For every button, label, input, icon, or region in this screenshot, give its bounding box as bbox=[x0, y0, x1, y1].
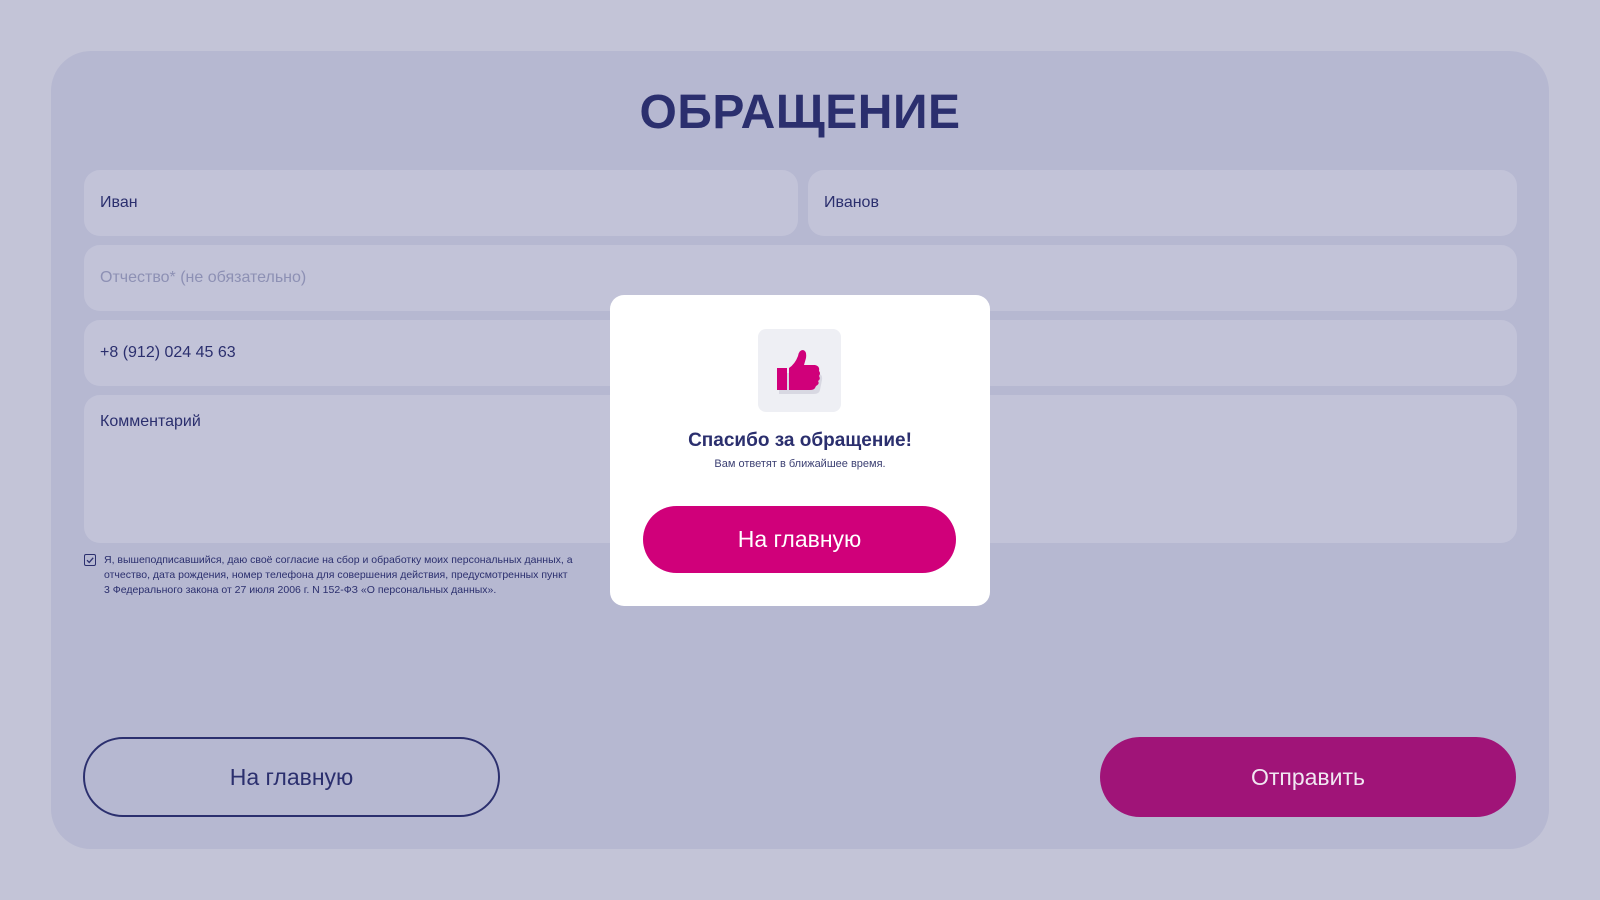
home-button-label: На главную bbox=[229, 763, 354, 790]
consent-text: Я, вышеподписавшийся, даю своё согласие … bbox=[104, 554, 573, 596]
thumbs-up-icon-tile bbox=[758, 329, 841, 412]
modal-title: Спасибо за обращение! bbox=[688, 430, 912, 451]
page-title: ОБРАЩЕНИЕ bbox=[639, 86, 961, 139]
phone-value: +8 (912) 024 45 63 bbox=[100, 344, 236, 361]
checkmark-icon bbox=[86, 557, 94, 564]
last-name-field[interactable]: Иванов bbox=[808, 170, 1517, 236]
first-name-field[interactable]: Иван bbox=[84, 170, 798, 236]
last-name-value: Иванов bbox=[824, 194, 879, 211]
submit-button[interactable]: Отправить bbox=[1100, 737, 1516, 817]
first-name-value: Иван bbox=[100, 194, 138, 211]
success-modal: Спасибо за обращение! Вам ответят в ближ… bbox=[610, 295, 990, 606]
patronymic-placeholder: Отчество* (не обязательно) bbox=[100, 269, 307, 286]
modal-home-button-label: На главную bbox=[737, 526, 862, 552]
submit-button-label: Отправить bbox=[1250, 763, 1366, 790]
comment-value: Комментарий bbox=[100, 413, 201, 430]
modal-home-button[interactable]: На главную bbox=[643, 506, 956, 573]
consent-checkbox[interactable] bbox=[84, 554, 96, 566]
thumbs-up-icon bbox=[776, 349, 822, 394]
consent-row: Я, вышеподписавшийся, даю своё согласие … bbox=[84, 553, 644, 599]
modal-subtitle: Вам ответят в ближайшее время. bbox=[714, 458, 886, 470]
home-button[interactable]: На главную bbox=[83, 737, 500, 817]
